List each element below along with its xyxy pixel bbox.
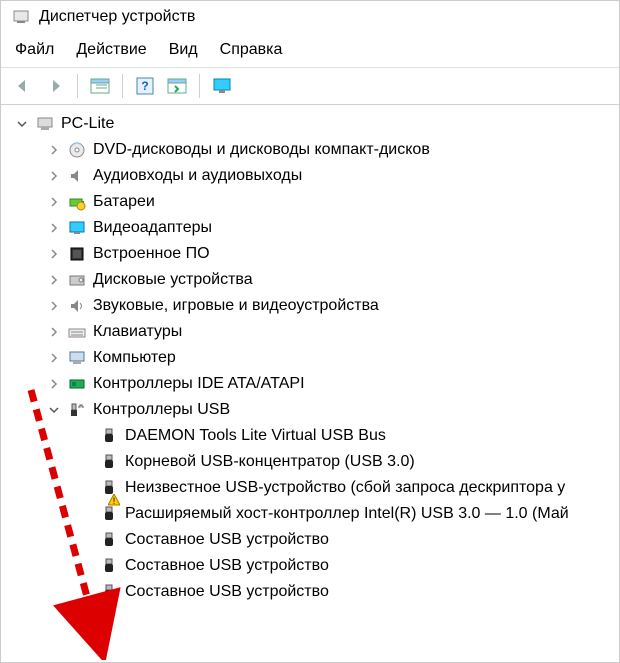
- computer-icon: [35, 114, 55, 134]
- chevron-right-icon[interactable]: [47, 195, 61, 209]
- usbplug-icon: !: [99, 478, 119, 498]
- chevron-right-icon[interactable]: [47, 325, 61, 339]
- tree-category-label: Контроллеры IDE ATA/ATAPI: [93, 375, 305, 393]
- tree-device-label: Корневой USB-концентратор (USB 3.0): [125, 453, 415, 471]
- chevron-right-icon[interactable]: [47, 377, 61, 391]
- menubar: Файл Действие Вид Справка: [1, 33, 619, 68]
- toolbar-separator: [122, 74, 123, 98]
- tree-category[interactable]: Батареи: [7, 189, 619, 215]
- disk-icon: [67, 270, 87, 290]
- tree-category-label: Видеоадаптеры: [93, 219, 212, 237]
- menu-help[interactable]: Справка: [220, 41, 283, 59]
- chevron-right-icon[interactable]: [47, 143, 61, 157]
- tree-category-label: Клавиатуры: [93, 323, 182, 341]
- scan-hardware-button[interactable]: [163, 72, 191, 100]
- forward-button[interactable]: [41, 72, 69, 100]
- chevron-down-icon[interactable]: [47, 403, 61, 417]
- tree-root-label: PC-Lite: [61, 115, 114, 133]
- titlebar: Диспетчер устройств: [1, 1, 619, 33]
- keyboard-icon: [67, 322, 87, 342]
- tree-device-label: Неизвестное USB-устройство (сбой запроса…: [125, 479, 565, 497]
- tree-category[interactable]: Аудиовходы и аудиовыходы: [7, 163, 619, 189]
- tree-device-label: Составное USB устройство: [125, 531, 329, 549]
- chevron-right-icon[interactable]: [47, 299, 61, 313]
- tree-category[interactable]: Клавиатуры: [7, 319, 619, 345]
- chevron-right-icon[interactable]: [47, 247, 61, 261]
- usb-icon: [67, 400, 87, 420]
- usbplug-icon: [99, 530, 119, 550]
- tree-device[interactable]: Корневой USB-концентратор (USB 3.0): [7, 449, 619, 475]
- tree-category[interactable]: DVD-дисководы и дисководы компакт-дисков: [7, 137, 619, 163]
- svg-text:?: ?: [141, 79, 148, 93]
- chevron-right-icon[interactable]: [47, 273, 61, 287]
- display-icon: [67, 218, 87, 238]
- tree-category-label: Аудиовходы и аудиовыходы: [93, 167, 302, 185]
- toolbar-separator: [199, 74, 200, 98]
- tree-category-label: Звуковые, игровые и видеоустройства: [93, 297, 379, 315]
- usbplug-icon: [99, 556, 119, 576]
- back-button[interactable]: [9, 72, 37, 100]
- tree-device[interactable]: DAEMON Tools Lite Virtual USB Bus: [7, 423, 619, 449]
- tree-device[interactable]: Составное USB устройство: [7, 527, 619, 553]
- toolbar-separator: [77, 74, 78, 98]
- tree-device-label: Составное USB устройство: [125, 557, 329, 575]
- tree-device-label: DAEMON Tools Lite Virtual USB Bus: [125, 427, 386, 445]
- tree-category[interactable]: Контроллеры IDE ATA/ATAPI: [7, 371, 619, 397]
- app-icon: [11, 7, 31, 27]
- dvd-icon: [67, 140, 87, 160]
- chevron-down-icon[interactable]: [15, 117, 29, 131]
- tree-root[interactable]: PC-Lite: [7, 111, 619, 137]
- window-title: Диспетчер устройств: [39, 8, 195, 26]
- usbplug-icon: [99, 504, 119, 524]
- chevron-right-icon[interactable]: [47, 221, 61, 235]
- tree-category[interactable]: Дисковые устройства: [7, 267, 619, 293]
- menu-file[interactable]: Файл: [15, 41, 54, 59]
- chevron-right-icon[interactable]: [47, 169, 61, 183]
- tree-category-label: Встроенное ПО: [93, 245, 210, 263]
- device-tree: PC-Lite DVD-дисководы и дисководы компак…: [1, 105, 619, 611]
- usbplug-icon: [99, 582, 119, 602]
- sound-icon: [67, 296, 87, 316]
- menu-action[interactable]: Действие: [76, 41, 146, 59]
- tree-device-label: Составное USB устройство: [125, 583, 329, 601]
- tree-category[interactable]: Контроллеры USB: [7, 397, 619, 423]
- tree-category-label: Компьютер: [93, 349, 176, 367]
- tree-category-label: DVD-дисководы и дисководы компакт-дисков: [93, 141, 430, 159]
- tree-category-label: Батареи: [93, 193, 155, 211]
- tree-category[interactable]: Компьютер: [7, 345, 619, 371]
- usbplug-icon: [99, 426, 119, 446]
- tree-category[interactable]: Встроенное ПО: [7, 241, 619, 267]
- ide-icon: [67, 374, 87, 394]
- tree-device[interactable]: Составное USB устройство: [7, 579, 619, 605]
- tree-device-label: Расширяемый хост-контроллер Intel(R) USB…: [125, 505, 569, 523]
- tree-device[interactable]: Составное USB устройство: [7, 553, 619, 579]
- usbplug-icon: [99, 452, 119, 472]
- menu-view[interactable]: Вид: [169, 41, 198, 59]
- svg-text:!: !: [113, 496, 116, 506]
- tree-device[interactable]: Расширяемый хост-контроллер Intel(R) USB…: [7, 501, 619, 527]
- toolbar: ?: [1, 68, 619, 105]
- tree-category-label: Дисковые устройства: [93, 271, 253, 289]
- tree-category[interactable]: Звуковые, игровые и видеоустройства: [7, 293, 619, 319]
- computer-icon: [67, 348, 87, 368]
- chevron-right-icon[interactable]: [47, 351, 61, 365]
- help-button[interactable]: ?: [131, 72, 159, 100]
- show-hidden-button[interactable]: [86, 72, 114, 100]
- audio-icon: [67, 166, 87, 186]
- firmware-icon: [67, 244, 87, 264]
- tree-category-label: Контроллеры USB: [93, 401, 230, 419]
- battery-icon: [67, 192, 87, 212]
- monitor-button[interactable]: [208, 72, 236, 100]
- tree-category[interactable]: Видеоадаптеры: [7, 215, 619, 241]
- tree-device[interactable]: ! Неизвестное USB-устройство (сбой запрос…: [7, 475, 619, 501]
